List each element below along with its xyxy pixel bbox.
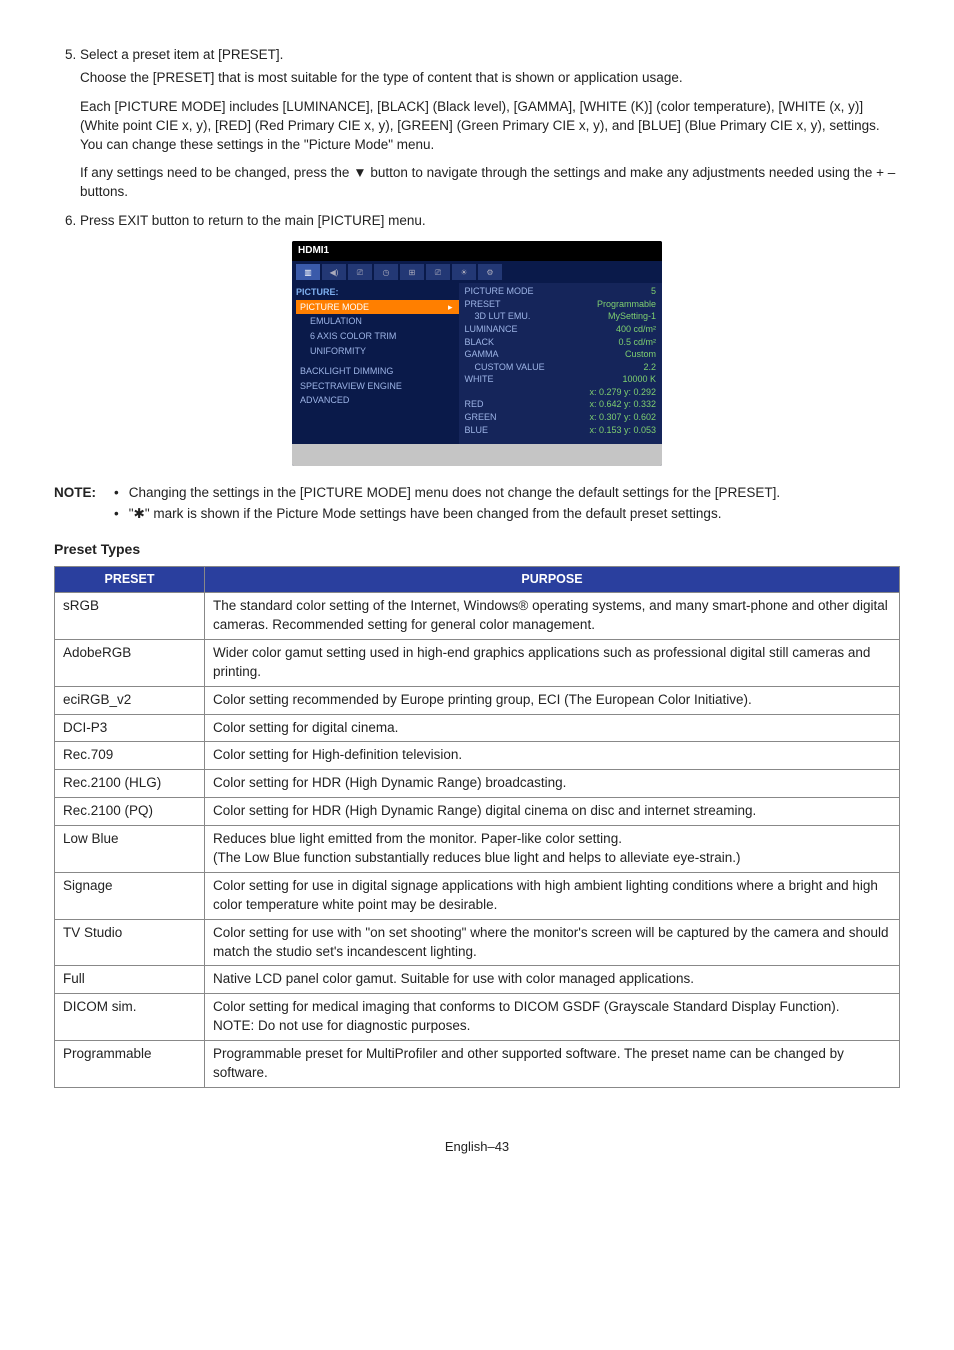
preset-purpose-cell: The standard color setting of the Intern… [205,593,900,640]
osd-right-row: x: 0.279 y: 0.292 [463,386,659,399]
down-triangle-icon: ▼ [353,165,366,180]
table-row: Rec.2100 (PQ)Color setting for HDR (High… [55,798,900,826]
note-block: NOTE: Changing the settings in the [PICT… [54,484,900,526]
osd-right-row: LUMINANCE400 cd/m² [463,323,659,336]
preset-name-cell: DCI-P3 [55,714,205,742]
note-bullet-2: "✱" mark is shown if the Picture Mode se… [114,505,900,524]
osd-right-row: CUSTOM VALUE2.2 [463,361,659,374]
osd-left-item: PICTURE MODE▸ [296,300,459,315]
osd-right-row: GREENx: 0.307 y: 0.602 [463,411,659,424]
osd-tab-audio-icon: ◀) [322,264,346,280]
preset-name-cell: Rec.2100 (HLG) [55,770,205,798]
preset-types-heading: Preset Types [54,540,900,560]
table-row: sRGBThe standard color setting of the In… [55,593,900,640]
note-bullet-1: Changing the settings in the [PICTURE MO… [114,484,900,503]
preset-purpose-cell: Color setting for medical imaging that c… [205,994,900,1041]
preset-name-cell: TV Studio [55,919,205,966]
preset-purpose-cell: Color setting for HDR (High Dynamic Rang… [205,770,900,798]
osd-tab-input-icon: ⎚ [348,264,372,280]
step-5-p1: Choose the [PRESET] that is most suitabl… [80,69,900,88]
preset-purpose-cell: Programmable preset for MultiProfiler an… [205,1041,900,1088]
osd-right-row: GAMMACustom [463,348,659,361]
osd-section-title: PICTURE: [296,285,459,300]
step-5: Select a preset item at [PRESET]. Choose… [80,46,900,202]
table-row: ProgrammableProgrammable preset for Mult… [55,1041,900,1088]
osd-input-title: HDMI1 [292,241,662,261]
osd-tab-picture-icon: ▥ [296,264,320,280]
preset-col-header: PRESET [55,566,205,593]
preset-name-cell: Signage [55,872,205,919]
preset-purpose-cell: Color setting recommended by Europe prin… [205,686,900,714]
preset-name-cell: Rec.709 [55,742,205,770]
preset-name-cell: eciRGB_v2 [55,686,205,714]
step-5-title: Select a preset item at [PRESET]. [80,47,283,62]
table-row: AdobeRGBWider color gamut setting used i… [55,639,900,686]
note-label: NOTE: [54,484,114,526]
step-5-p2: Each [PICTURE MODE] includes [LUMINANCE]… [80,98,900,155]
preset-purpose-cell: Reduces blue light emitted from the moni… [205,826,900,873]
preset-name-cell: Full [55,966,205,994]
instruction-list: Select a preset item at [PRESET]. Choose… [54,46,900,231]
osd-tab-multi-icon: ⊞ [400,264,424,280]
osd-body: PICTURE: PICTURE MODE▸EMULATION6 AXIS CO… [292,283,662,444]
osd-panel: HDMI1 ▥ ◀) ⎚ ◷ ⊞ ⎚ ☀ ⚙ PICTURE: PICTURE … [292,241,662,466]
preset-name-cell: Rec.2100 (PQ) [55,798,205,826]
table-row: TV StudioColor setting for use with "on … [55,919,900,966]
osd-left-item: EMULATION [296,314,459,329]
osd-left-item: ADVANCED [296,393,459,408]
osd-tab-system-icon: ⚙ [478,264,502,280]
step-5-p3: If any settings need to be changed, pres… [80,164,900,202]
preset-purpose-cell: Color setting for use in digital signage… [205,872,900,919]
note-bullets: Changing the settings in the [PICTURE MO… [114,484,900,526]
purpose-col-header: PURPOSE [205,566,900,593]
osd-footer-bar [292,444,662,466]
table-row: DICOM sim.Color setting for medical imag… [55,994,900,1041]
osd-tab-network-icon: ⎚ [426,264,450,280]
preset-purpose-cell: Native LCD panel color gamut. Suitable f… [205,966,900,994]
step-5-p3a: If any settings need to be changed, pres… [80,165,353,180]
table-row: Rec.709Color setting for High-definition… [55,742,900,770]
osd-right-row: PRESETProgrammable [463,298,659,311]
step-6: Press EXIT button to return to the main … [80,212,900,231]
osd-right-menu: PICTURE MODE5PRESETProgrammable3D LUT EM… [459,283,663,444]
osd-left-item: SPECTRAVIEW ENGINE [296,379,459,394]
preset-name-cell: AdobeRGB [55,639,205,686]
osd-left-menu: PICTURE: PICTURE MODE▸EMULATION6 AXIS CO… [292,283,459,444]
step-6-title: Press EXIT button to return to the main … [80,213,426,228]
osd-left-item: UNIFORMITY [296,344,459,359]
osd-tab-schedule-icon: ◷ [374,264,398,280]
preset-purpose-cell: Color setting for High-definition televi… [205,742,900,770]
preset-name-cell: Low Blue [55,826,205,873]
table-row: eciRGB_v2Color setting recommended by Eu… [55,686,900,714]
osd-right-row: PICTURE MODE5 [463,285,659,298]
osd-right-row: WHITE10000 K [463,373,659,386]
osd-right-row: REDx: 0.642 y: 0.332 [463,398,659,411]
osd-tab-bar: ▥ ◀) ⎚ ◷ ⊞ ⎚ ☀ ⚙ [292,261,662,283]
preset-name-cell: DICOM sim. [55,994,205,1041]
osd-tab-protect-icon: ☀ [452,264,476,280]
osd-right-row: BLACK0.5 cd/m² [463,336,659,349]
osd-screenshot: HDMI1 ▥ ◀) ⎚ ◷ ⊞ ⎚ ☀ ⚙ PICTURE: PICTURE … [54,241,900,466]
table-row: Low BlueReduces blue light emitted from … [55,826,900,873]
preset-name-cell: sRGB [55,593,205,640]
page-footer: English–43 [54,1138,900,1156]
preset-purpose-cell: Color setting for digital cinema. [205,714,900,742]
preset-purpose-cell: Wider color gamut setting used in high-e… [205,639,900,686]
preset-table: PRESET PURPOSE sRGBThe standard color se… [54,566,900,1088]
preset-name-cell: Programmable [55,1041,205,1088]
table-row: FullNative LCD panel color gamut. Suitab… [55,966,900,994]
table-row: DCI-P3Color setting for digital cinema. [55,714,900,742]
osd-right-row: BLUEx: 0.153 y: 0.053 [463,424,659,437]
osd-left-item: BACKLIGHT DIMMING [296,364,459,379]
preset-purpose-cell: Color setting for HDR (High Dynamic Rang… [205,798,900,826]
osd-right-row: 3D LUT EMU.MySetting-1 [463,310,659,323]
table-row: Rec.2100 (HLG)Color setting for HDR (Hig… [55,770,900,798]
table-row: SignageColor setting for use in digital … [55,872,900,919]
preset-purpose-cell: Color setting for use with "on set shoot… [205,919,900,966]
osd-left-item: 6 AXIS COLOR TRIM [296,329,459,344]
